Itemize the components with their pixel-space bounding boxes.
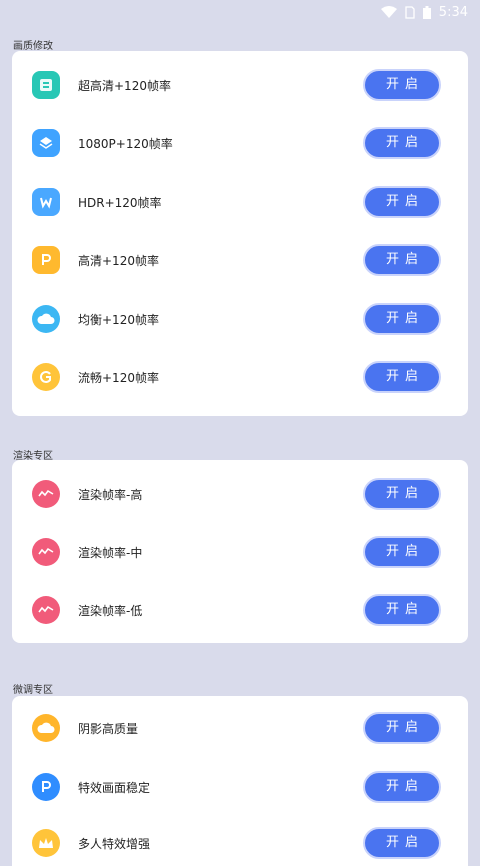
status-time: 5:34 xyxy=(438,4,468,20)
list-item: 阴影高质量 开启 xyxy=(12,703,468,753)
list-item: 流畅+120帧率 开启 xyxy=(12,352,468,402)
enable-button[interactable]: 开启 xyxy=(363,536,441,568)
enable-button[interactable]: 开启 xyxy=(363,127,441,159)
list-item: 渲染帧率-高 开启 xyxy=(12,469,468,519)
enable-button[interactable]: 开启 xyxy=(363,712,441,744)
card-tuning: 阴影高质量 开启 特效画面稳定 开启 多人特效增强 开启 xyxy=(12,696,468,866)
row-label: 1080P+120帧率 xyxy=(78,136,173,151)
row-label: 渲染帧率-中 xyxy=(78,545,143,560)
list-item: 超高清+120帧率 开启 xyxy=(12,60,468,110)
enable-button[interactable]: 开启 xyxy=(363,69,441,101)
card-quality: 超高清+120帧率 开启 1080P+120帧率 开启 HDR+120帧率 开启… xyxy=(12,51,468,416)
row-label: 高清+120帧率 xyxy=(78,253,159,268)
list-item: 1080P+120帧率 开启 xyxy=(12,118,468,168)
list-item: 高清+120帧率 开启 xyxy=(12,235,468,285)
list-item: 均衡+120帧率 开启 xyxy=(12,294,468,344)
w-badge-icon xyxy=(32,188,60,216)
list-item: 渲染帧率-低 开启 xyxy=(12,585,468,635)
row-label: 渲染帧率-高 xyxy=(78,487,143,502)
grid-icon xyxy=(32,71,60,99)
enable-button[interactable]: 开启 xyxy=(363,594,441,626)
enable-button[interactable]: 开启 xyxy=(363,771,441,803)
enable-button[interactable]: 开启 xyxy=(363,303,441,335)
row-label: 超高清+120帧率 xyxy=(78,78,171,93)
list-item: HDR+120帧率 开启 xyxy=(12,177,468,227)
enable-button[interactable]: 开启 xyxy=(363,244,441,276)
p-blue-icon xyxy=(32,773,60,801)
row-label: 均衡+120帧率 xyxy=(78,312,159,327)
enable-button[interactable]: 开启 xyxy=(363,361,441,393)
row-label: 阴影高质量 xyxy=(78,721,139,736)
row-label: 渲染帧率-低 xyxy=(78,603,143,618)
battery-icon xyxy=(422,5,431,19)
cloud-icon xyxy=(32,305,60,333)
no-sim-icon xyxy=(405,5,415,19)
status-bar: 5:34 xyxy=(0,0,480,24)
p-badge-icon xyxy=(32,246,60,274)
row-label: 特效画面稳定 xyxy=(78,780,151,795)
list-item: 特效画面稳定 开启 xyxy=(12,762,468,812)
render-icon xyxy=(32,538,60,566)
enable-button[interactable]: 开启 xyxy=(363,827,441,859)
wifi-icon xyxy=(380,6,397,18)
render-icon xyxy=(32,480,60,508)
crown-icon xyxy=(32,829,60,857)
enable-button[interactable]: 开启 xyxy=(363,478,441,510)
list-item: 多人特效增强 开启 xyxy=(12,818,468,866)
g-coin-icon xyxy=(32,363,60,391)
row-label: 流畅+120帧率 xyxy=(78,370,159,385)
row-label: HDR+120帧率 xyxy=(78,195,162,210)
list-item: 渲染帧率-中 开启 xyxy=(12,527,468,577)
section-title-quality: 画质修改 xyxy=(13,41,53,52)
row-label: 多人特效增强 xyxy=(78,836,151,851)
layers-icon xyxy=(32,129,60,157)
cloud-orange-icon xyxy=(32,714,60,742)
section-title-tuning: 微调专区 xyxy=(13,685,53,696)
card-render: 渲染帧率-高 开启 渲染帧率-中 开启 渲染帧率-低 开启 xyxy=(12,460,468,643)
render-icon xyxy=(32,596,60,624)
enable-button[interactable]: 开启 xyxy=(363,186,441,218)
